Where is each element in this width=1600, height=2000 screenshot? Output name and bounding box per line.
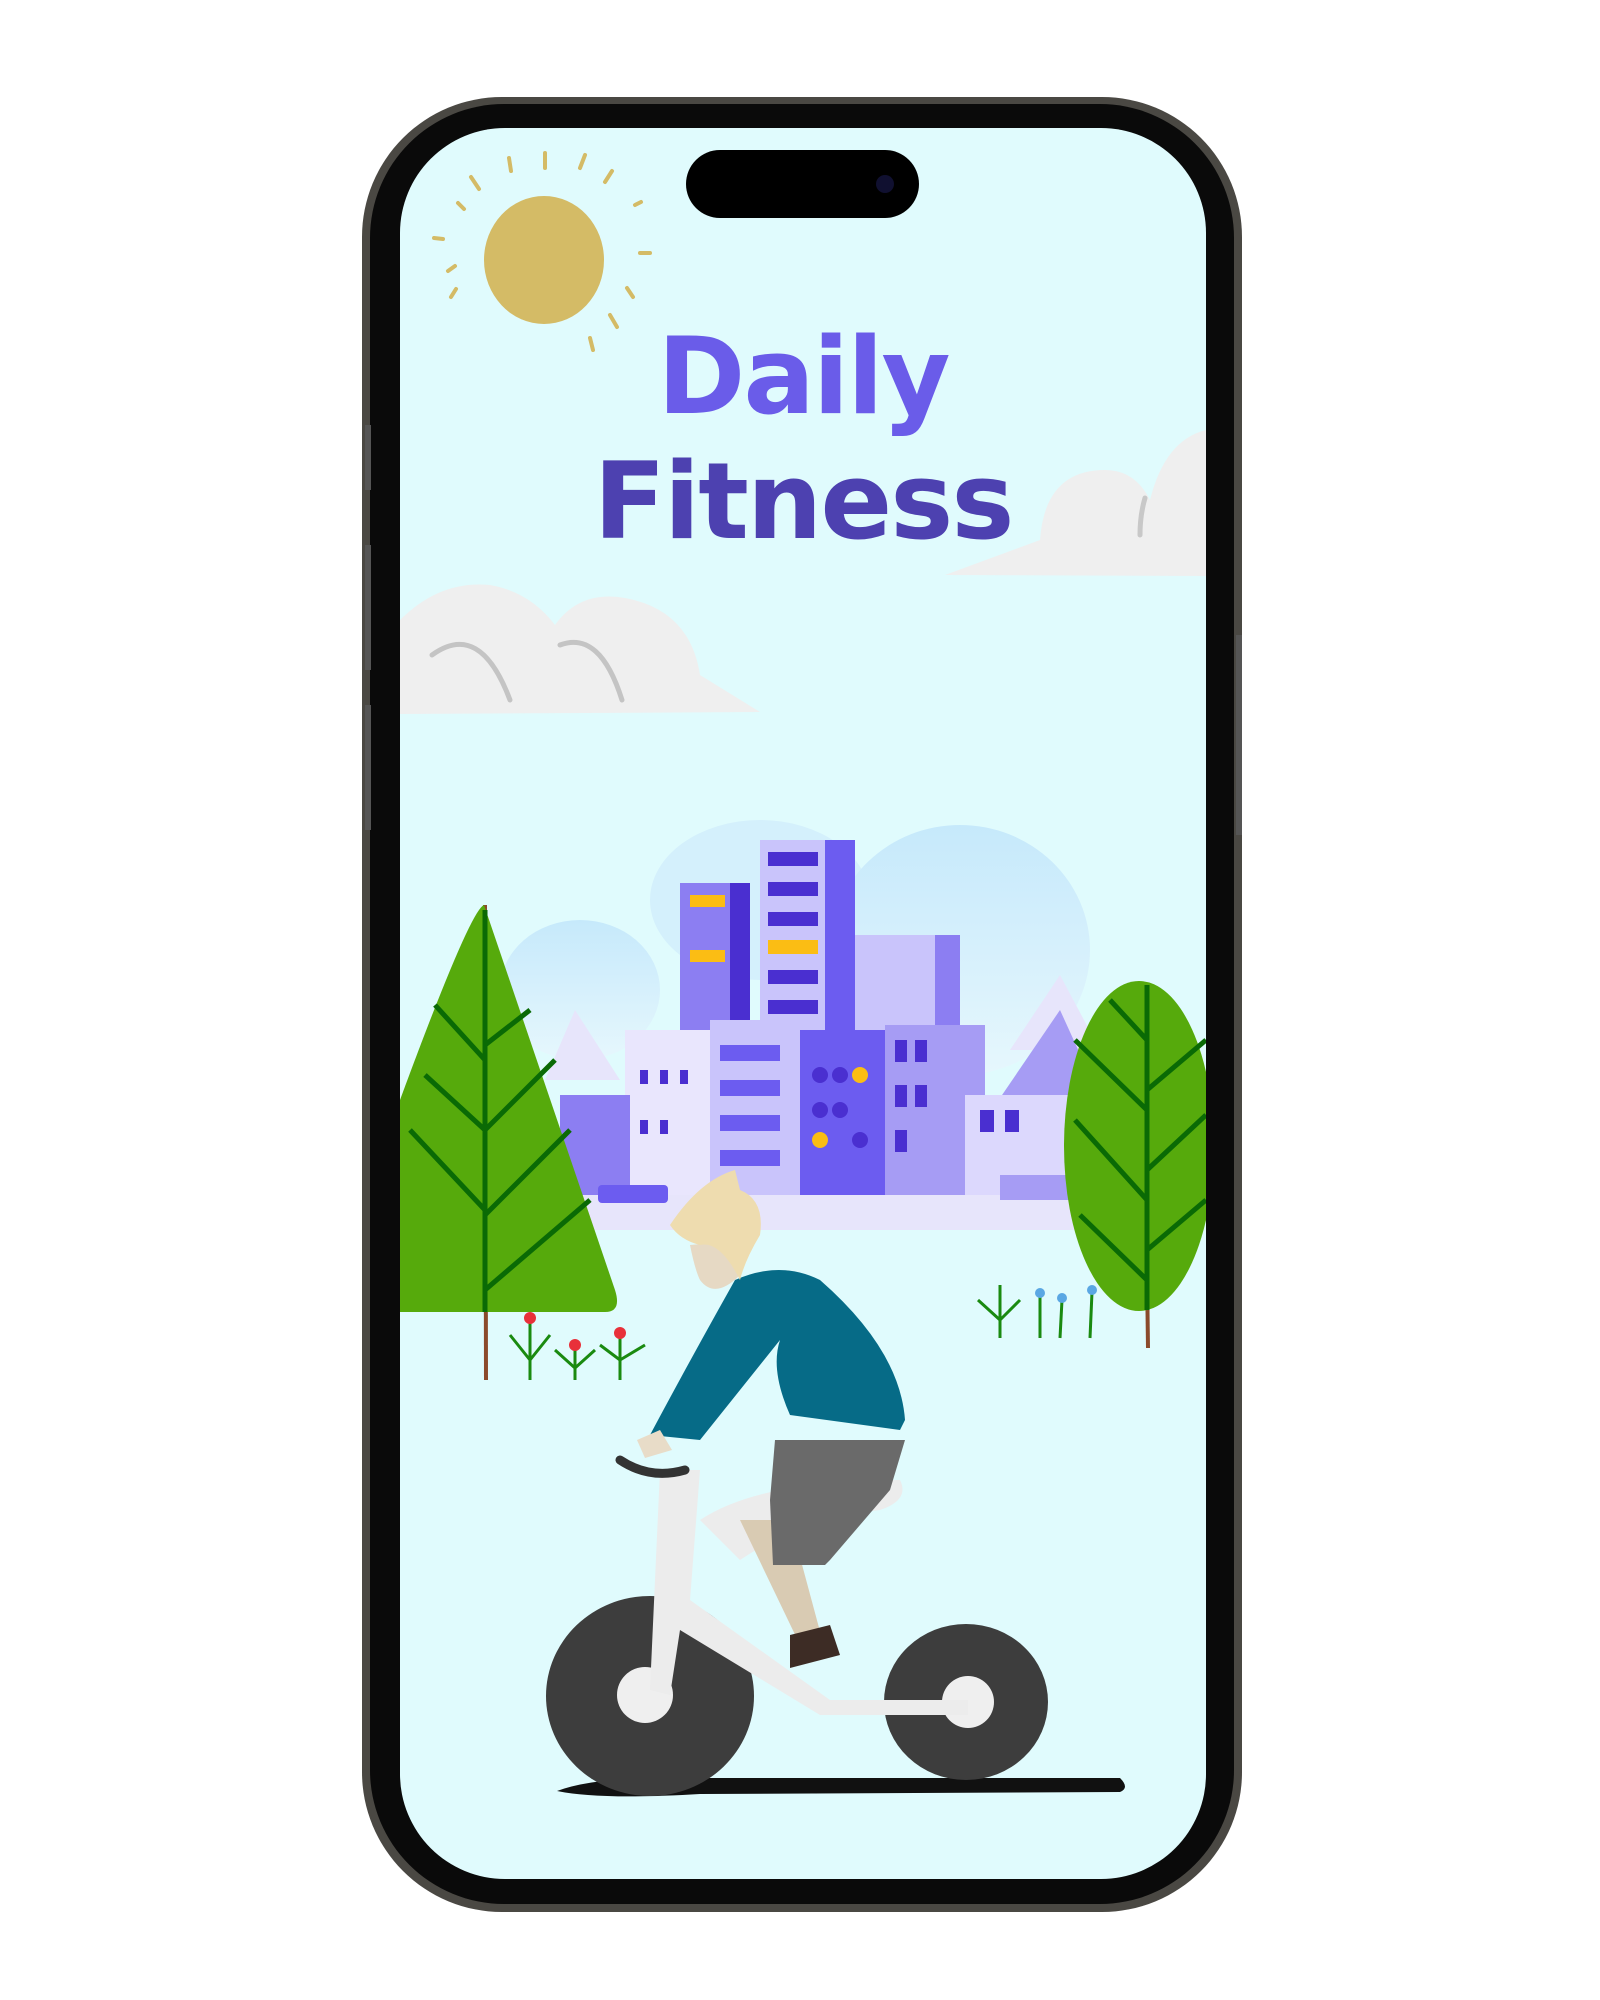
power-button	[1236, 635, 1242, 835]
silent-switch	[365, 425, 371, 490]
title-daily: Daily	[657, 315, 950, 438]
volume-up-button	[365, 545, 371, 670]
phone-mockup	[362, 97, 1242, 1912]
title-fitness: Fitness	[593, 440, 1015, 563]
volume-down-button	[365, 705, 371, 830]
camera-icon	[876, 175, 894, 193]
